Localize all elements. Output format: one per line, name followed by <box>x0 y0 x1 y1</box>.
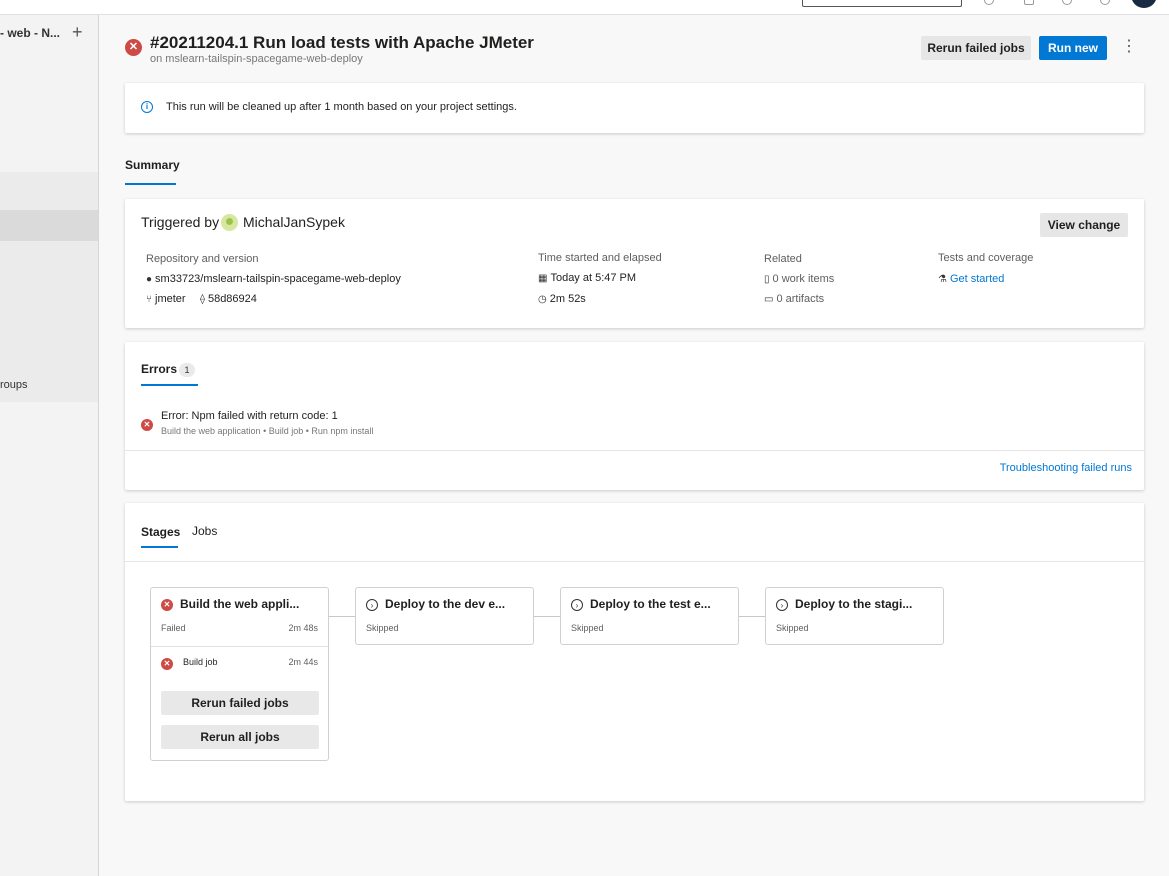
divider <box>151 646 328 647</box>
job-name[interactable]: Build job <box>183 657 218 667</box>
tab-summary[interactable]: Summary <box>125 158 180 172</box>
run-new-button[interactable]: Run new <box>1039 36 1107 60</box>
elapsed-value: ◷ 2m 52s <box>538 293 586 305</box>
info-banner-text: This run will be cleaned up after 1 mont… <box>166 101 517 113</box>
search-input[interactable] <box>802 0 962 7</box>
rerun-failed-jobs-button[interactable]: Rerun failed jobs <box>161 691 319 715</box>
skipped-icon: › <box>776 599 788 611</box>
stages-card: Stages Jobs ✕ Build the web appli... Fai… <box>125 503 1144 801</box>
sidebar-section <box>0 172 98 402</box>
github-icon: ● <box>146 274 153 285</box>
more-options-icon[interactable]: ⋮ <box>1121 39 1137 55</box>
main-content: ✕ #20211204.1 Run load tests with Apache… <box>99 15 1169 876</box>
related-label: Related <box>764 253 802 265</box>
stage-deploy-test[interactable]: › Deploy to the test e... Skipped <box>560 587 739 645</box>
stage-name: Deploy to the dev e... <box>385 597 506 611</box>
time-label: Time started and elapsed <box>538 252 662 264</box>
stage-name: Build the web appli... <box>180 597 300 611</box>
stage-connector <box>534 616 561 617</box>
triggered-by-label: Triggered by <box>141 214 220 230</box>
job-duration: 2m 44s <box>288 657 318 667</box>
errors-card: Errors 1 ✕ Error: Npm failed with return… <box>125 342 1144 490</box>
tab-jobs[interactable]: Jobs <box>192 524 217 538</box>
sidebar-item-selected[interactable] <box>0 210 98 241</box>
artifact-icon: ▭ <box>764 294 774 305</box>
stage-status: Skipped <box>776 623 809 633</box>
user-settings-icon[interactable] <box>1062 0 1072 5</box>
repo-value[interactable]: ● sm33723/mslearn-tailspin-spacegame-web-… <box>146 273 401 285</box>
error-icon: ✕ <box>141 419 153 431</box>
info-banner: i This run will be cleaned up after 1 mo… <box>125 83 1144 133</box>
started-value: ▦ Today at 5:47 PM <box>538 272 637 284</box>
stage-name: Deploy to the stagi... <box>795 597 913 611</box>
divider <box>125 450 1144 451</box>
get-started-link[interactable]: ⚗ Get started <box>938 273 1004 285</box>
tab-underline <box>141 384 198 386</box>
stage-name: Deploy to the test e... <box>590 597 711 611</box>
troubleshooting-link[interactable]: Troubleshooting failed runs <box>1000 462 1132 474</box>
work-items-value[interactable]: ▯ 0 work items <box>764 273 834 285</box>
rerun-failed-jobs-button[interactable]: Rerun failed jobs <box>921 36 1031 60</box>
flask-icon: ⚗ <box>938 274 947 285</box>
commit-icon: ⟠ <box>200 294 205 305</box>
summary-card: Triggered by MichalJanSypek View change … <box>125 199 1144 328</box>
info-icon: i <box>141 101 153 113</box>
tab-underline <box>125 183 176 185</box>
stage-status: Skipped <box>366 623 399 633</box>
artifacts-value[interactable]: ▭ 0 artifacts <box>764 293 824 305</box>
sidebar: - web - N... + roups <box>0 15 99 876</box>
error-message[interactable]: Error: Npm failed with return code: 1 <box>161 410 338 422</box>
sidebar-item-groups[interactable]: roups <box>0 379 28 391</box>
tests-label: Tests and coverage <box>938 252 1034 264</box>
error-icon: ✕ <box>161 599 173 611</box>
branch-icon: ⑂ <box>146 294 152 305</box>
pipeline-subtitle: on mslearn-tailspin-spacegame-web-deploy <box>150 53 363 65</box>
repo-label: Repository and version <box>146 253 259 265</box>
settings-icon[interactable] <box>1024 0 1034 5</box>
clock-icon: ◷ <box>538 294 547 305</box>
add-icon[interactable]: + <box>72 23 83 41</box>
tab-stages[interactable]: Stages <box>141 525 180 539</box>
error-path: Build the web application • Build job • … <box>161 426 374 436</box>
triggered-by-user[interactable]: MichalJanSypek <box>243 214 345 230</box>
stage-connector <box>329 616 356 617</box>
stage-deploy-staging[interactable]: › Deploy to the stagi... Skipped <box>765 587 944 645</box>
skipped-icon: › <box>571 599 583 611</box>
user-avatar <box>221 214 238 231</box>
calendar-icon: ▦ <box>538 273 548 284</box>
profile-avatar[interactable] <box>1131 0 1157 8</box>
branch-value[interactable]: ⑂ jmeter <box>146 293 186 305</box>
divider <box>125 561 1144 562</box>
errors-count-badge: 1 <box>179 363 195 377</box>
top-bar <box>0 0 1169 15</box>
stage-duration: 2m 48s <box>288 623 318 633</box>
stage-build[interactable]: ✕ Build the web appli... Failed 2m 48s ✕… <box>150 587 329 761</box>
rerun-all-jobs-button[interactable]: Rerun all jobs <box>161 725 319 749</box>
stage-status: Failed <box>161 623 186 633</box>
stage-status: Skipped <box>571 623 604 633</box>
stage-connector <box>739 616 766 617</box>
tab-underline <box>141 546 178 548</box>
tab-errors[interactable]: Errors <box>141 362 177 376</box>
error-icon: ✕ <box>161 658 173 670</box>
page-title: #20211204.1 Run load tests with Apache J… <box>150 33 534 52</box>
stage-deploy-dev[interactable]: › Deploy to the dev e... Skipped <box>355 587 534 645</box>
commit-value[interactable]: ⟠ 58d86924 <box>200 293 257 305</box>
view-change-button[interactable]: View change <box>1040 213 1128 237</box>
work-item-icon: ▯ <box>764 274 770 285</box>
sidebar-project-name[interactable]: - web - N... <box>0 26 60 40</box>
error-icon: ✕ <box>125 39 142 56</box>
skipped-icon: › <box>366 599 378 611</box>
notifications-icon[interactable] <box>1100 0 1110 5</box>
help-icon[interactable] <box>984 0 994 5</box>
